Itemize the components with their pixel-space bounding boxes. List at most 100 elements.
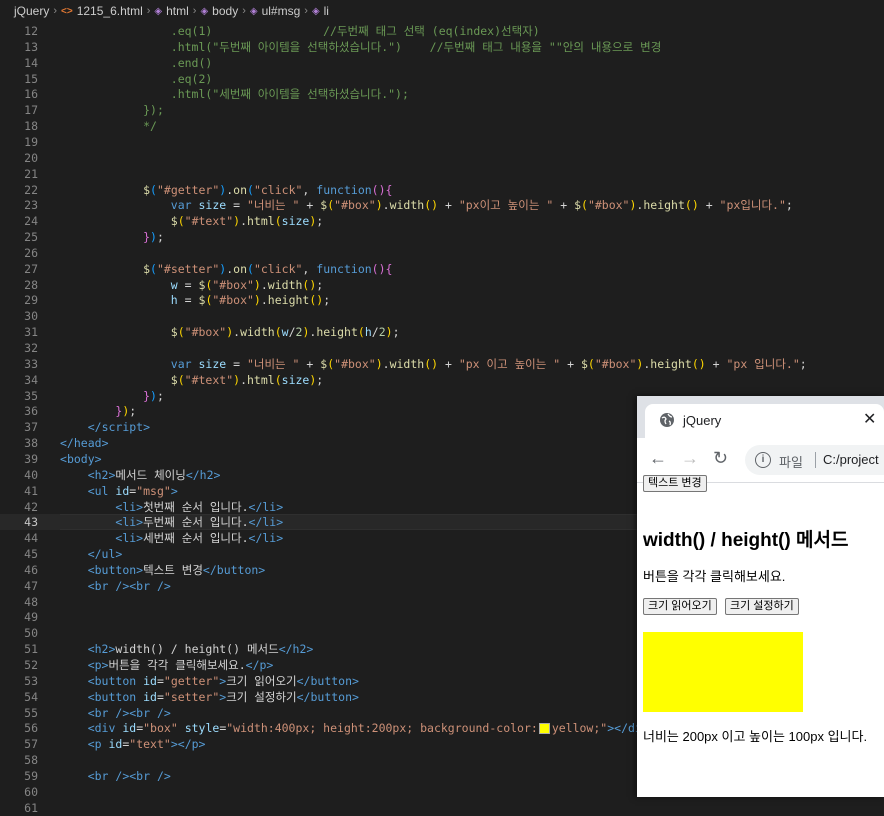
- element-icon: ◈: [154, 5, 163, 17]
- code-line[interactable]: 31 $("#box").width(w/2).height(h/2);: [0, 324, 884, 340]
- browser-tab-title: jQuery: [683, 413, 722, 428]
- browser-tab-strip: jQuery ✕: [637, 396, 884, 438]
- code-text: <button>텍스트 변경</button>: [87, 562, 266, 577]
- code-text: <body>: [60, 451, 102, 466]
- line-number: 51: [24, 642, 38, 657]
- code-text: <li>첫번째 순서 입니다.</li>: [115, 499, 284, 514]
- close-icon[interactable]: ✕: [863, 409, 876, 429]
- code-text: h = $("#box").height();: [170, 293, 331, 308]
- line-number: 12: [24, 24, 38, 38]
- code-line[interactable]: 22 $("#getter").on("click", function(){: [0, 182, 884, 198]
- code-line[interactable]: 20: [0, 150, 884, 166]
- getter-button[interactable]: 크기 읽어오기: [643, 598, 717, 615]
- line-number: 52: [24, 658, 38, 672]
- url-text[interactable]: C:/project: [823, 452, 879, 467]
- line-number: 30: [24, 309, 38, 324]
- breadcrumb-item-folder[interactable]: jQuery: [14, 4, 49, 18]
- code-text: <p>버튼을 각각 클릭해보세요.</p>: [87, 658, 274, 672]
- line-number: 40: [24, 467, 38, 482]
- code-text: <ul id="msg">: [87, 483, 178, 498]
- text-change-button[interactable]: 텍스트 변경: [643, 475, 707, 492]
- element-icon: ◈: [249, 5, 258, 17]
- code-text: var size = "너비는 " + $("#box").width() + …: [170, 198, 793, 213]
- breadcrumb-item-file[interactable]: <> 1215_6.html: [61, 4, 143, 18]
- code-line[interactable]: 14 .end(): [0, 55, 884, 71]
- code-text: <button id="getter">크기 읽어오기</button>: [87, 673, 359, 688]
- globe-icon: [660, 413, 674, 427]
- address-divider: [815, 452, 816, 468]
- setter-button[interactable]: 크기 설정하기: [725, 598, 799, 615]
- line-number: 56: [24, 721, 38, 736]
- address-bar[interactable]: i 파일 C:/project: [745, 445, 884, 475]
- line-number: 54: [24, 689, 38, 704]
- code-line[interactable]: 15 .eq(2): [0, 71, 884, 87]
- code-line[interactable]: 18 */: [0, 118, 884, 134]
- line-number: 21: [24, 166, 38, 181]
- browser-tab[interactable]: jQuery ✕: [645, 404, 884, 438]
- code-line[interactable]: 16 .html("세번째 아이템을 선택하셨습니다.");: [0, 86, 884, 102]
- line-number: 35: [24, 388, 38, 403]
- line-number: 43: [24, 515, 38, 530]
- browser-window[interactable]: jQuery ✕ ← → ↻ i 파일 C:/project 텍스트 변경 wi…: [637, 396, 884, 797]
- code-line[interactable]: 25 });: [0, 229, 884, 245]
- code-line[interactable]: 28 w = $("#box").width();: [0, 277, 884, 293]
- page-heading: width() / height() 메서드: [643, 530, 849, 551]
- forward-arrow-icon[interactable]: →: [681, 448, 699, 468]
- line-number: 59: [24, 768, 38, 783]
- code-line[interactable]: 32: [0, 340, 884, 356]
- code-line[interactable]: 29 h = $("#box").height();: [0, 292, 884, 308]
- element-icon: ◈: [200, 5, 209, 17]
- html-file-icon: <>: [61, 5, 73, 17]
- code-text: });: [143, 230, 164, 245]
- breadcrumb-item-ul[interactable]: ◈ ul#msg: [250, 4, 300, 18]
- line-number: 16: [24, 87, 38, 102]
- line-number: 55: [24, 705, 38, 720]
- line-number: 14: [24, 55, 38, 70]
- line-number: 42: [24, 499, 38, 514]
- code-text: <br /><br />: [87, 705, 171, 720]
- chevron-right-icon: ›: [242, 5, 246, 17]
- code-text: var size = "너비는 " + $("#box").width() + …: [170, 356, 807, 371]
- code-text: <h2>메서드 체이닝</h2>: [87, 467, 221, 482]
- code-line[interactable]: 13 .html("두번째 아이템을 선택하셨습니다.") //두번째 태그 내…: [0, 39, 884, 55]
- code-line[interactable]: 34 $("#text").html(size);: [0, 372, 884, 388]
- code-line[interactable]: 12 .eq(1) //두번째 태그 선택 (eq(index)선택자): [0, 23, 884, 39]
- breadcrumb: jQuery › <> 1215_6.html › ◈ html › ◈ bod…: [0, 0, 884, 22]
- code-line[interactable]: 19: [0, 134, 884, 150]
- code-line[interactable]: 26: [0, 245, 884, 261]
- line-number: 61: [24, 800, 38, 815]
- breadcrumb-item-html[interactable]: ◈ html: [154, 4, 188, 18]
- code-line[interactable]: 21: [0, 166, 884, 182]
- element-icon: ◈: [311, 5, 320, 17]
- code-line[interactable]: 24 $("#text").html(size);: [0, 213, 884, 229]
- info-icon[interactable]: i: [755, 452, 771, 468]
- code-text: */: [143, 119, 157, 134]
- page-viewport: 텍스트 변경 width() / height() 메서드 버튼을 각각 클릭해…: [637, 475, 884, 797]
- chevron-right-icon: ›: [192, 5, 197, 17]
- line-number: 57: [24, 737, 38, 752]
- breadcrumb-li-label: li: [323, 4, 329, 18]
- code-line[interactable]: 23 var size = "너비는 " + $("#box").width()…: [0, 197, 884, 213]
- line-number: 15: [24, 71, 38, 86]
- line-number: 17: [24, 103, 38, 118]
- line-number: 13: [24, 39, 38, 54]
- line-number: 50: [24, 626, 38, 641]
- line-number: 58: [24, 753, 38, 768]
- line-number: 45: [24, 547, 38, 562]
- code-line[interactable]: 27 $("#setter").on("click", function(){: [0, 261, 884, 277]
- code-line[interactable]: 17 });: [0, 102, 884, 118]
- code-text: <p id="text"></p>: [87, 737, 206, 752]
- reload-icon[interactable]: ↻: [713, 448, 728, 468]
- back-arrow-icon[interactable]: ←: [649, 448, 667, 468]
- code-line[interactable]: 30: [0, 308, 884, 324]
- color-swatch-icon[interactable]: [538, 723, 550, 735]
- line-number: 47: [24, 578, 38, 593]
- breadcrumb-item-li[interactable]: ◈ li: [312, 4, 329, 18]
- breadcrumb-item-body[interactable]: ◈ body: [200, 4, 238, 18]
- code-text: .html("두번째 아이템을 선택하셨습니다.") //두번째 태그 내용을 …: [170, 39, 662, 54]
- line-number: 23: [24, 198, 38, 213]
- url-scheme-label: 파일: [779, 455, 803, 470]
- code-line[interactable]: 33 var size = "너비는 " + $("#box").width()…: [0, 356, 884, 372]
- code-line[interactable]: 61: [0, 800, 884, 816]
- chevron-right-icon: ›: [146, 5, 151, 17]
